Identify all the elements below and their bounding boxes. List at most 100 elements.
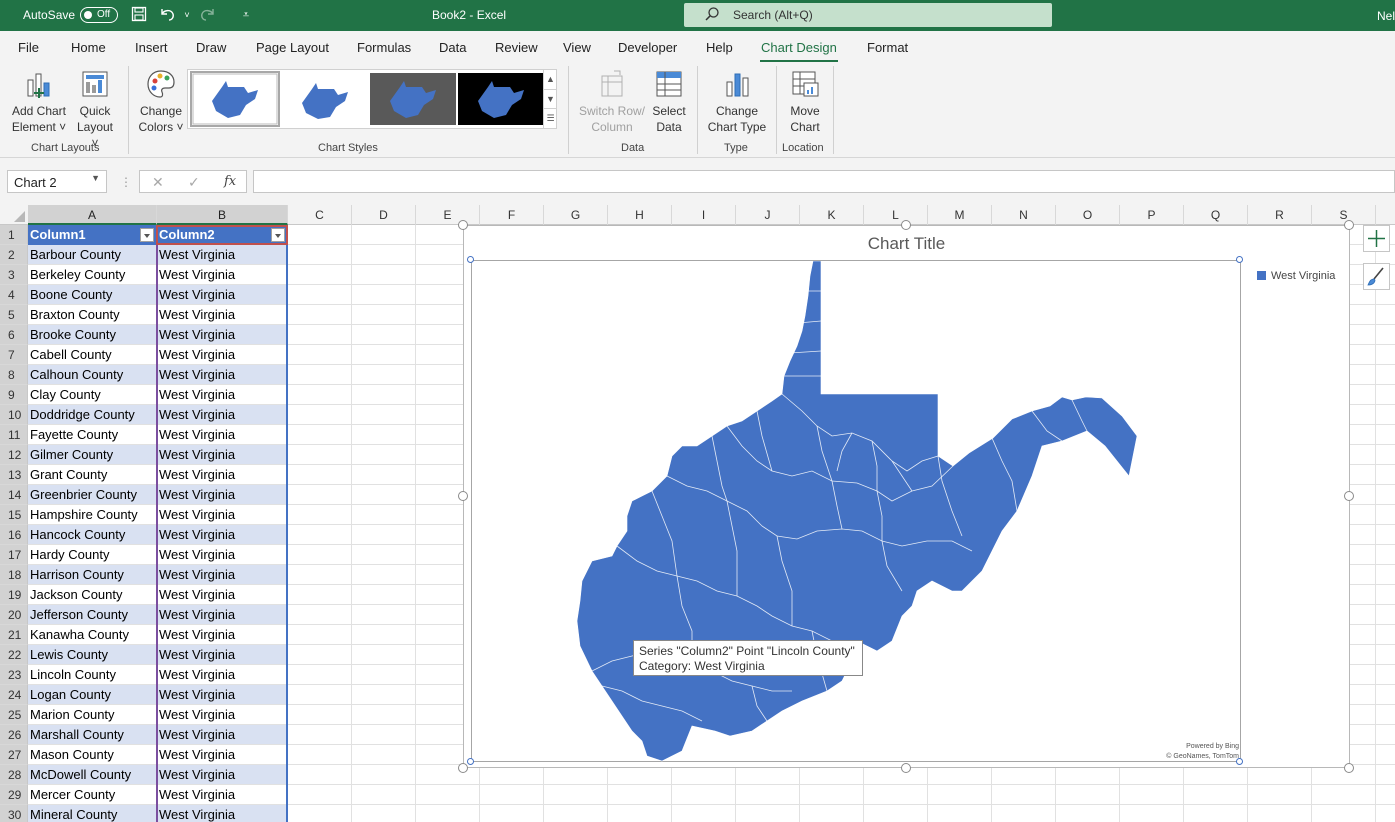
undo-dropdown-icon[interactable]: ˅: [178, 6, 196, 24]
row-header-8[interactable]: 8: [0, 365, 28, 385]
quick-layout-button[interactable]: Quick Layout ˅: [72, 68, 118, 151]
undo-icon[interactable]: [158, 6, 176, 24]
column-header-o[interactable]: O: [1056, 205, 1120, 225]
chart-style-3[interactable]: [370, 73, 456, 125]
row-header-12[interactable]: 12: [0, 445, 28, 465]
county-cell[interactable]: Hampshire County: [28, 505, 156, 524]
row-header-11[interactable]: 11: [0, 425, 28, 445]
column-header-d[interactable]: D: [352, 205, 416, 225]
resize-handle-bottom[interactable]: [901, 763, 911, 773]
row-header-29[interactable]: 29: [0, 785, 28, 805]
county-cell[interactable]: Logan County: [28, 685, 156, 704]
row-header-1[interactable]: 1: [0, 225, 28, 245]
tab-home[interactable]: Home: [71, 40, 106, 55]
column-header-g[interactable]: G: [544, 205, 608, 225]
county-cell[interactable]: Lewis County: [28, 645, 156, 664]
column-header-k[interactable]: K: [800, 205, 864, 225]
chart-styles-button[interactable]: [1363, 263, 1390, 290]
state-cell[interactable]: West Virginia: [157, 625, 287, 644]
tab-draw[interactable]: Draw: [196, 40, 226, 55]
county-cell[interactable]: Doddridge County: [28, 405, 156, 424]
state-cell[interactable]: West Virginia: [157, 725, 287, 744]
change-colors-button[interactable]: Change Colors ˅: [136, 68, 186, 135]
column-header-i[interactable]: I: [672, 205, 736, 225]
enter-icon[interactable]: ✓: [188, 174, 200, 191]
name-box-dropdown-icon[interactable]: ▼: [91, 173, 100, 183]
tab-insert[interactable]: Insert: [135, 40, 168, 55]
state-cell[interactable]: West Virginia: [157, 605, 287, 624]
county-cell[interactable]: Hardy County: [28, 545, 156, 564]
state-cell[interactable]: West Virginia: [157, 285, 287, 304]
county-cell[interactable]: Marshall County: [28, 725, 156, 744]
gallery-scroll-down[interactable]: ▼: [543, 89, 557, 108]
cancel-icon[interactable]: ✕: [152, 174, 164, 191]
tab-data[interactable]: Data: [439, 40, 466, 55]
county-cell[interactable]: Harrison County: [28, 565, 156, 584]
row-header-23[interactable]: 23: [0, 665, 28, 685]
plot-area-handle-bottom-left[interactable]: [467, 758, 474, 765]
column-header-n[interactable]: N: [992, 205, 1056, 225]
move-chart-button[interactable]: Move Chart: [784, 68, 826, 135]
row-header-7[interactable]: 7: [0, 345, 28, 365]
plot-area-handle-top-right[interactable]: [1236, 256, 1243, 263]
state-cell[interactable]: West Virginia: [157, 305, 287, 324]
row-header-26[interactable]: 26: [0, 725, 28, 745]
tab-file[interactable]: File: [18, 40, 39, 55]
state-cell[interactable]: West Virginia: [157, 805, 287, 822]
state-cell[interactable]: West Virginia: [157, 665, 287, 684]
chart-style-1[interactable]: [190, 71, 280, 127]
county-cell[interactable]: Kanawha County: [28, 625, 156, 644]
gallery-scroll-up[interactable]: ▲: [543, 70, 557, 89]
resize-handle-top-right[interactable]: [1344, 220, 1354, 230]
county-cell[interactable]: Calhoun County: [28, 365, 156, 384]
state-cell[interactable]: West Virginia: [157, 505, 287, 524]
table-header-cell[interactable]: Column2: [157, 225, 287, 245]
filter-dropdown-icon[interactable]: [271, 228, 285, 242]
state-cell[interactable]: West Virginia: [157, 525, 287, 544]
row-header-25[interactable]: 25: [0, 705, 28, 725]
county-cell[interactable]: Fayette County: [28, 425, 156, 444]
state-cell[interactable]: West Virginia: [157, 365, 287, 384]
county-cell[interactable]: Braxton County: [28, 305, 156, 324]
row-header-30[interactable]: 30: [0, 805, 28, 822]
resize-handle-top-left[interactable]: [458, 220, 468, 230]
county-cell[interactable]: Marion County: [28, 705, 156, 724]
chart-style-4[interactable]: [458, 73, 544, 125]
filter-dropdown-icon[interactable]: [140, 228, 154, 242]
resize-handle-right[interactable]: [1344, 491, 1354, 501]
name-box[interactable]: Chart 2 ▼: [7, 170, 107, 193]
chart-elements-button[interactable]: [1363, 225, 1390, 252]
autosave-toggle[interactable]: Off: [80, 7, 118, 23]
column-header-r[interactable]: R: [1248, 205, 1312, 225]
county-cell[interactable]: Greenbrier County: [28, 485, 156, 504]
column-header-l[interactable]: L: [864, 205, 928, 225]
county-cell[interactable]: Cabell County: [28, 345, 156, 364]
insert-function-icon[interactable]: fx: [224, 174, 236, 189]
county-cell[interactable]: Brooke County: [28, 325, 156, 344]
row-header-22[interactable]: 22: [0, 645, 28, 665]
row-header-13[interactable]: 13: [0, 465, 28, 485]
west-virginia-map[interactable]: [472, 260, 1242, 763]
county-cell[interactable]: Mason County: [28, 745, 156, 764]
state-cell[interactable]: West Virginia: [157, 445, 287, 464]
resize-handle-top[interactable]: [901, 220, 911, 230]
state-cell[interactable]: West Virginia: [157, 645, 287, 664]
state-cell[interactable]: West Virginia: [157, 385, 287, 404]
row-header-20[interactable]: 20: [0, 605, 28, 625]
column-header-q[interactable]: Q: [1184, 205, 1248, 225]
state-cell[interactable]: West Virginia: [157, 325, 287, 344]
chart-title[interactable]: Chart Title: [464, 234, 1349, 254]
state-cell[interactable]: West Virginia: [157, 745, 287, 764]
state-cell[interactable]: West Virginia: [157, 705, 287, 724]
resize-handle-bottom-left[interactable]: [458, 763, 468, 773]
tab-view[interactable]: View: [563, 40, 591, 55]
state-cell[interactable]: West Virginia: [157, 405, 287, 424]
column-header-f[interactable]: F: [480, 205, 544, 225]
row-header-9[interactable]: 9: [0, 385, 28, 405]
state-cell[interactable]: West Virginia: [157, 465, 287, 484]
row-header-16[interactable]: 16: [0, 525, 28, 545]
column-header-a[interactable]: A: [28, 205, 157, 225]
state-cell[interactable]: West Virginia: [157, 585, 287, 604]
county-cell[interactable]: Berkeley County: [28, 265, 156, 284]
county-cell[interactable]: Boone County: [28, 285, 156, 304]
